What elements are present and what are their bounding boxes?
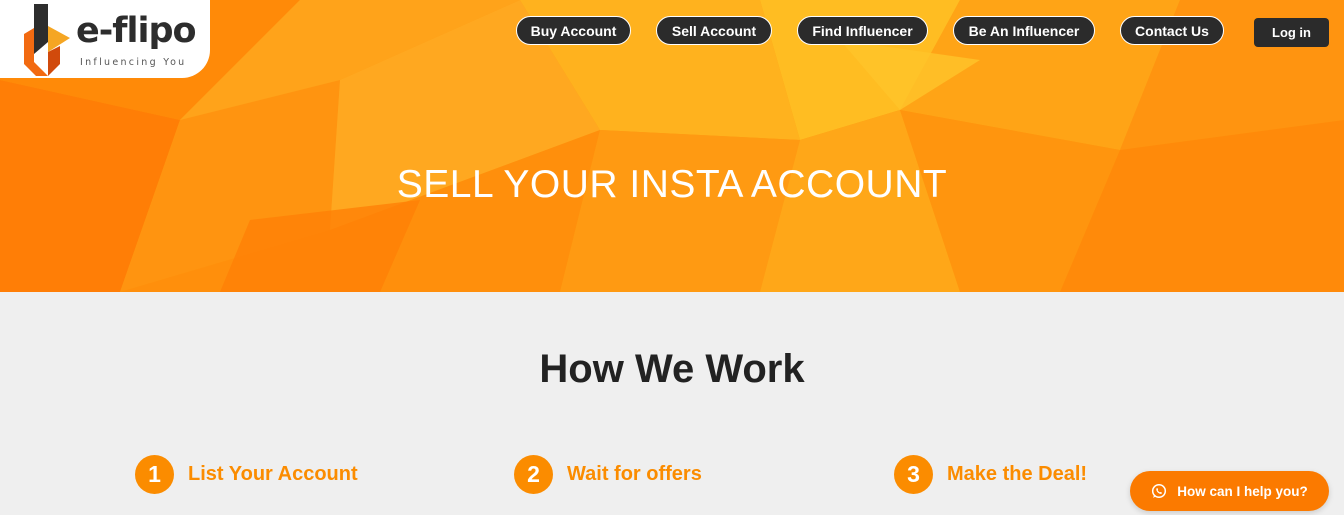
hero-banner: e-flipo Influencing You Buy Account Sell… xyxy=(0,0,1344,292)
logo-mark-icon xyxy=(24,4,70,76)
page-title: SELL YOUR INSTA ACCOUNT xyxy=(396,163,948,206)
how-we-work-heading: How We Work xyxy=(539,347,805,391)
step-label: Make the Deal! xyxy=(947,462,1088,485)
nav-contact-us[interactable]: Contact Us xyxy=(1120,16,1224,45)
brand-name: e-flipo xyxy=(76,11,197,51)
login-button[interactable]: Log in xyxy=(1254,18,1329,47)
step-item: 2 Wait for offers xyxy=(514,454,702,494)
step-item: 1 List Your Account xyxy=(135,454,358,494)
chat-help-label: How can I help you? xyxy=(1177,483,1308,499)
nav-sell-account[interactable]: Sell Account xyxy=(656,16,772,45)
nav-be-an-influencer[interactable]: Be An Influencer xyxy=(953,16,1095,45)
logo[interactable]: e-flipo Influencing You xyxy=(0,0,210,78)
nav-find-influencer[interactable]: Find Influencer xyxy=(797,16,928,45)
whatsapp-icon xyxy=(1152,483,1167,499)
step-label: List Your Account xyxy=(188,462,358,485)
step-number-badge: 1 xyxy=(135,454,174,494)
brand-tagline: Influencing You xyxy=(80,57,187,68)
nav-buy-account[interactable]: Buy Account xyxy=(516,16,631,45)
chat-help-button[interactable]: How can I help you? xyxy=(1130,471,1329,511)
step-label: Wait for offers xyxy=(567,462,702,485)
top-navigation: e-flipo Influencing You Buy Account Sell… xyxy=(0,0,1344,78)
step-number-badge: 2 xyxy=(514,454,553,494)
step-number-badge: 3 xyxy=(894,454,933,494)
step-item: 3 Make the Deal! xyxy=(894,454,1087,494)
